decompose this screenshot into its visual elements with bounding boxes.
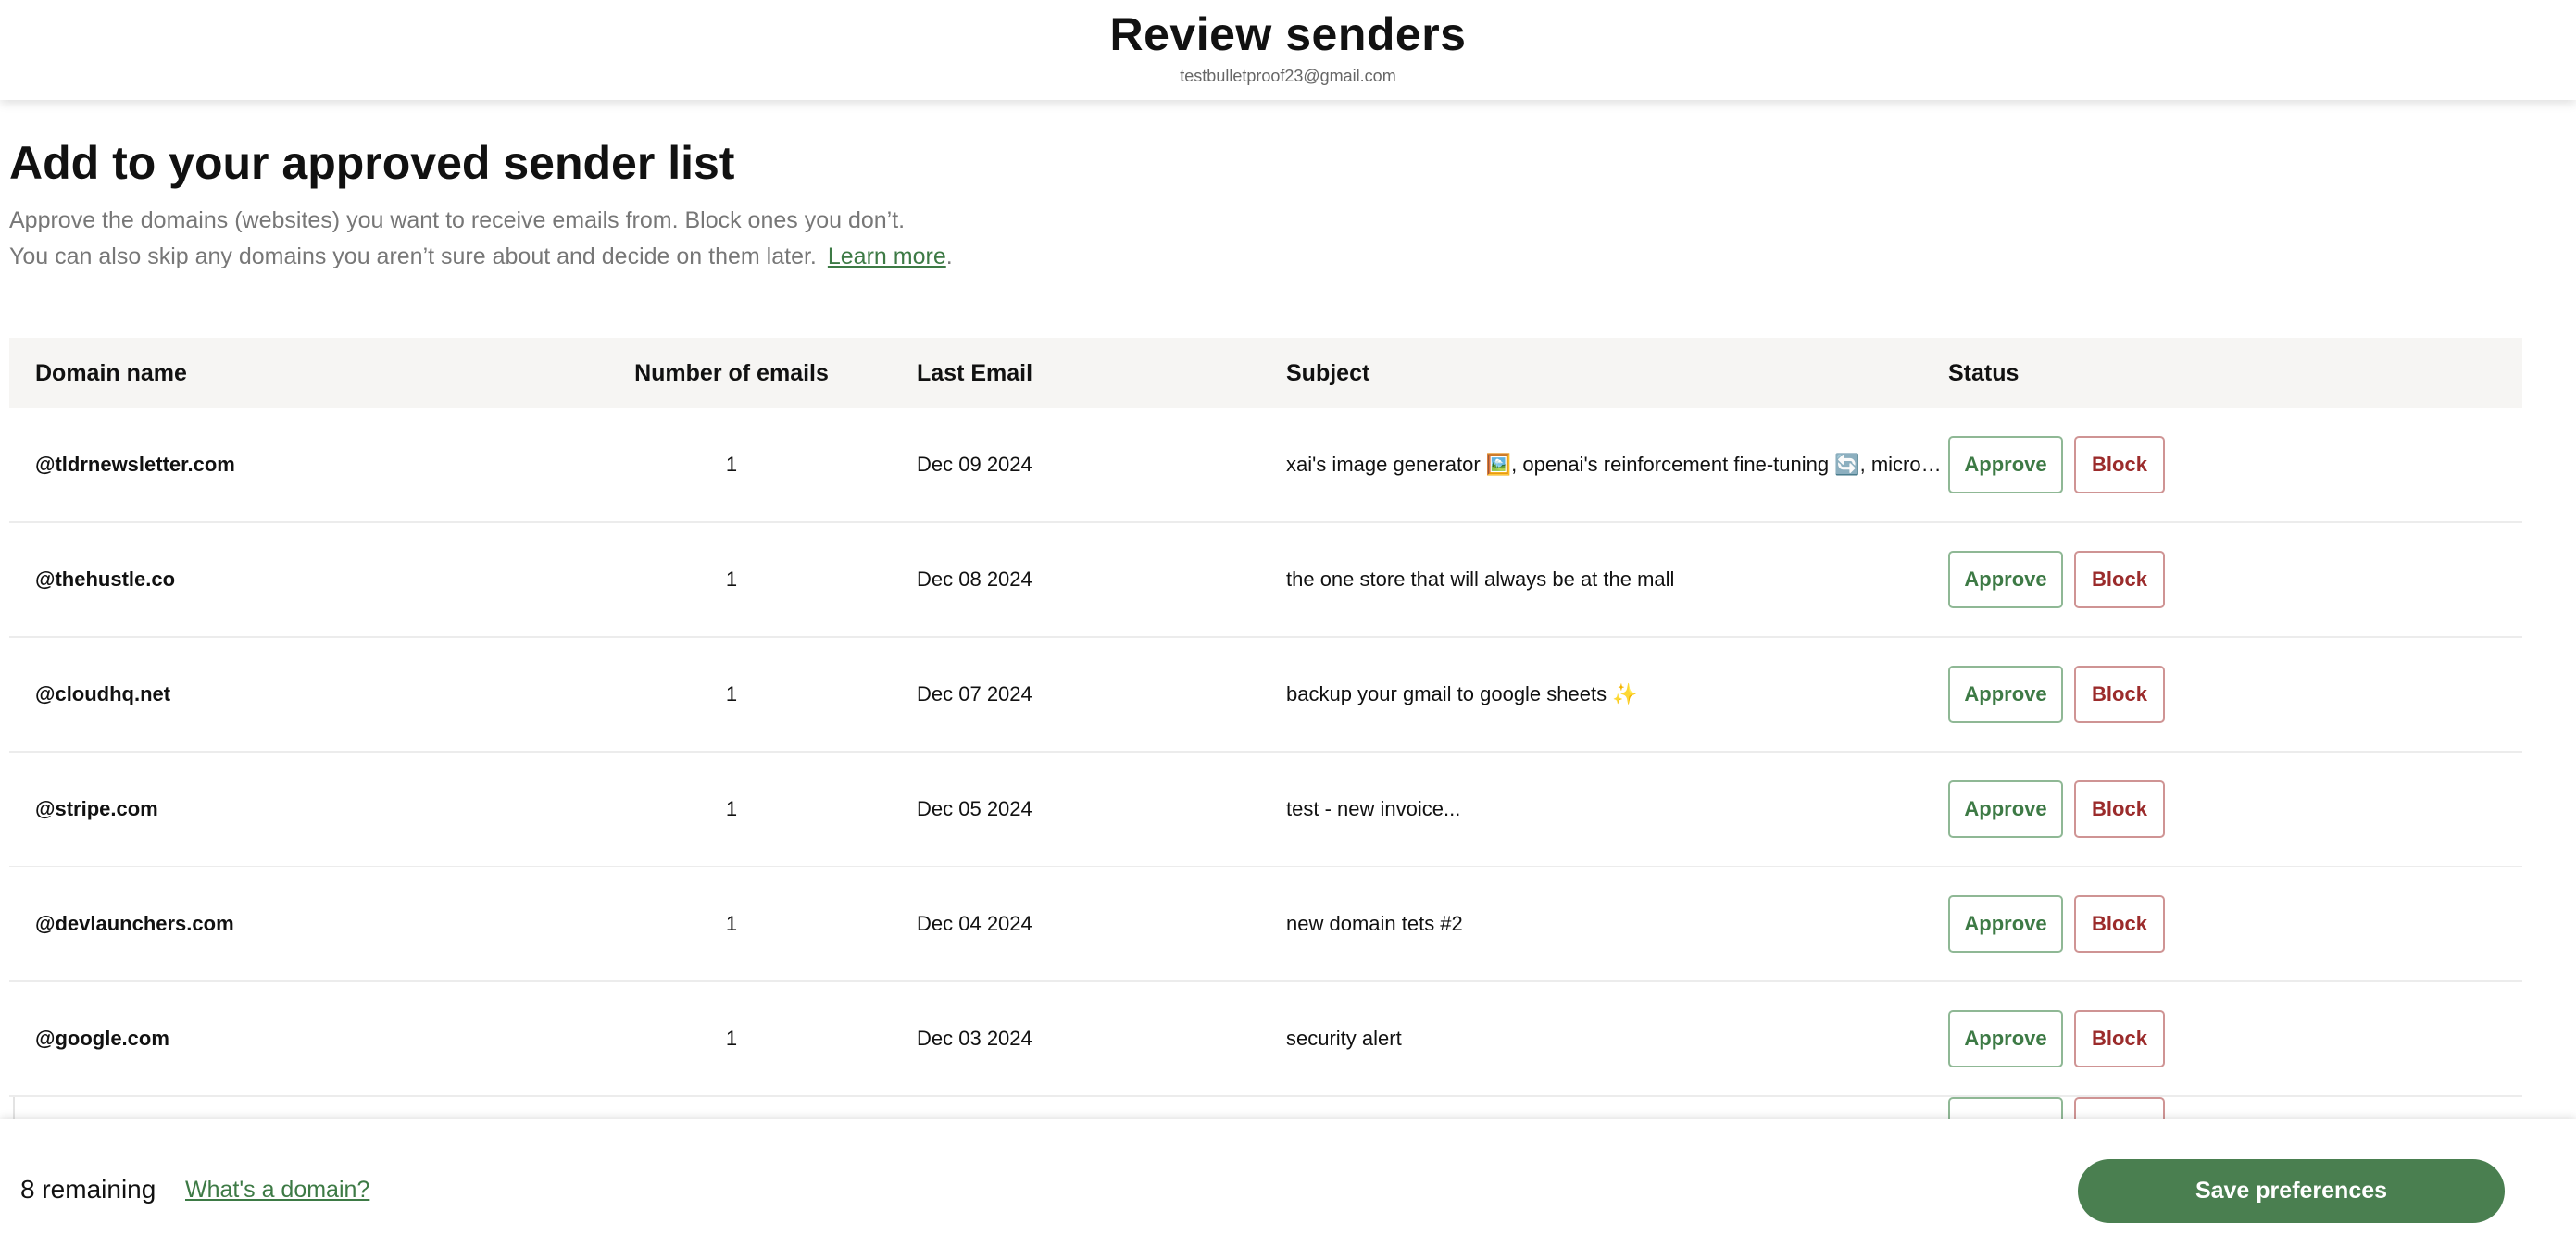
status-cell: Approve Block [1948, 1010, 2165, 1067]
status-cell: Approve Block [1948, 666, 2165, 723]
table-row: @stripe.com 1 Dec 05 2024 test - new inv… [9, 753, 2522, 867]
subject-cell: xai's image generator 🖼️, openai's reinf… [1286, 453, 1948, 476]
block-button[interactable]: Block [2074, 895, 2165, 953]
approve-button[interactable]: Approve [1948, 1010, 2063, 1067]
status-cell: Approve Block [1948, 551, 2165, 608]
description-line-2-text: You can also skip any domains you aren’t… [9, 243, 817, 269]
count-cell: 1 [725, 568, 738, 591]
count-cell: 1 [725, 1027, 738, 1050]
date-cell: Dec 03 2024 [917, 1027, 1032, 1050]
domain-cell: @tldrnewsletter.com [35, 453, 235, 476]
date-cell: Dec 05 2024 [917, 797, 1032, 820]
date-cell: Dec 04 2024 [917, 912, 1032, 935]
approve-button[interactable]: Approve [1948, 551, 2063, 608]
table-row: @thehustle.co 1 Dec 08 2024 the one stor… [9, 523, 2522, 638]
block-button[interactable]: Block [2074, 551, 2165, 608]
subject-cell: new domain tets #2 [1286, 912, 1463, 935]
domain-cell: @devlaunchers.com [35, 912, 234, 935]
table-header: Domain name Number of emails Last Email … [9, 338, 2522, 408]
subject-cell: security alert [1286, 1027, 1402, 1050]
status-cell: Approve Block [1948, 895, 2165, 953]
save-preferences-button[interactable]: Save preferences [2078, 1159, 2505, 1223]
top-header: Review senders testbulletproof23@gmail.c… [0, 0, 2576, 100]
table-row: @tldrnewsletter.com 1 Dec 09 2024 xai's … [9, 408, 2522, 523]
domain-cell: @thehustle.co [35, 568, 176, 591]
description-line-2: You can also skip any domains you aren’t… [9, 239, 953, 275]
date-cell: Dec 09 2024 [917, 453, 1032, 476]
approve-button[interactable]: Approve [1948, 436, 2063, 493]
section-description: Approve the domains (websites) you want … [9, 203, 953, 275]
block-button[interactable]: Block [2074, 436, 2165, 493]
count-cell: 1 [725, 912, 738, 935]
whats-a-domain-link[interactable]: What's a domain? [185, 1177, 369, 1204]
approve-button[interactable]: Approve [1948, 780, 2063, 838]
count-cell: 1 [725, 682, 738, 705]
table-row: @google.com 1 Dec 03 2024 security alert… [9, 982, 2522, 1097]
subject-cell: test - new invoice... [1286, 797, 1461, 820]
section-title: Add to your approved sender list [9, 137, 735, 189]
status-cell: Approve Block [1948, 436, 2165, 493]
approve-button[interactable]: Approve [1948, 895, 2063, 953]
learn-more-link[interactable]: Learn more [828, 243, 946, 269]
date-cell: Dec 08 2024 [917, 568, 1032, 591]
block-button[interactable]: Block [2074, 1010, 2165, 1067]
approve-button[interactable]: Approve [1948, 666, 2063, 723]
block-button[interactable]: Block [2074, 780, 2165, 838]
column-header-status: Status [1948, 359, 2020, 386]
table-row: @cloudhq.net 1 Dec 07 2024 backup your g… [9, 638, 2522, 753]
senders-table: Domain name Number of emails Last Email … [9, 338, 2522, 1134]
status-cell: Approve Block [1948, 780, 2165, 838]
column-header-count: Number of emails [634, 359, 829, 386]
table-row: @devlaunchers.com 1 Dec 04 2024 new doma… [9, 867, 2522, 982]
column-header-last-email: Last Email [917, 359, 1033, 386]
description-period: . [945, 243, 953, 269]
domain-cell: @cloudhq.net [35, 682, 171, 705]
column-header-subject: Subject [1286, 359, 1370, 386]
description-line-1: Approve the domains (websites) you want … [9, 207, 906, 233]
footer-bar: 8 remaining What's a domain? Save prefer… [0, 1119, 2576, 1248]
count-cell: 1 [725, 453, 738, 476]
subject-cell: backup your gmail to google sheets ✨ [1286, 682, 1638, 705]
count-cell: 1 [725, 797, 738, 820]
remaining-count: 8 remaining [20, 1175, 156, 1204]
subject-cell: the one store that will always be at the… [1286, 568, 1675, 591]
date-cell: Dec 07 2024 [917, 682, 1032, 705]
domain-cell: @google.com [35, 1027, 169, 1050]
column-header-domain: Domain name [35, 359, 187, 386]
account-email: testbulletproof23@gmail.com [1180, 67, 1396, 85]
domain-cell: @stripe.com [35, 797, 158, 820]
block-button[interactable]: Block [2074, 666, 2165, 723]
page-title: Review senders [1109, 8, 1467, 60]
